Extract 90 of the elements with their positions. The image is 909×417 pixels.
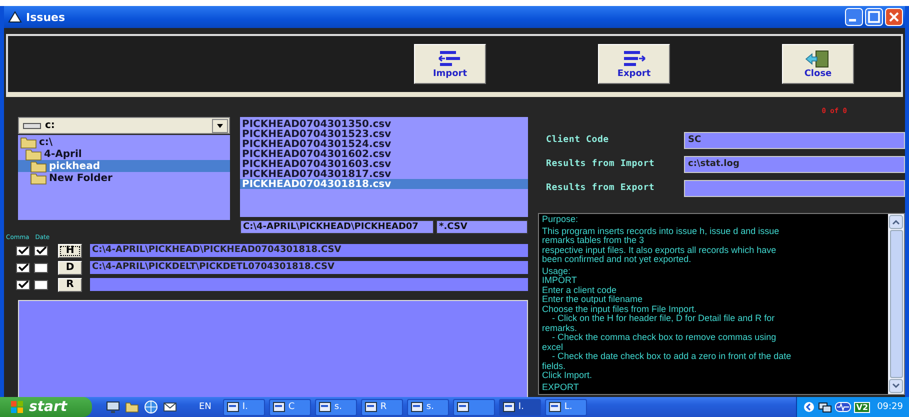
file-path-field[interactable]: C:\4-APRIL\PICKDELT\PICKDETL0704301818.CSV [90,261,528,274]
chevron-left-icon [803,401,816,413]
folder-item[interactable]: 4-April [18,148,230,160]
file-item[interactable]: PICKHEAD0704301350.csv [240,119,528,129]
help-text: remarks. [542,324,578,333]
taskbar-button[interactable]: s. [315,398,358,416]
help-text: EXPORT [542,382,580,392]
windows-logo-icon [10,400,24,414]
file-item[interactable]: PICKHEAD0704301603.csv [240,159,528,169]
folder-item[interactable]: New Folder [18,172,230,184]
help-text: remarks tables from the 3 [542,236,646,246]
monitor-icon[interactable] [106,400,120,414]
taskbar-button[interactable]: L. [545,398,588,416]
help-text: - Check the date check box to add a zero in front of the date [551,352,792,362]
help-text: Purpose: [542,215,580,224]
file-type-button[interactable]: D [58,260,82,274]
globe-icon[interactable] [144,400,158,414]
help-text: been confirmed and not yet exported. [542,255,692,264]
help-text: Click Import. [542,371,594,380]
field-label: Results from Export [546,183,656,193]
checkbox[interactable] [16,280,30,290]
help-text: Enter a client code [542,286,618,295]
window-icon [365,401,378,413]
checkbox[interactable] [34,280,48,290]
file-item[interactable]: PICKHEAD0704301818.csv [240,179,528,189]
window-icon [319,401,332,413]
help-text: respective input files. It also exports all records which have [542,246,778,255]
drive-icon [23,122,41,130]
pattern-field[interactable]: *.CSV [436,220,528,234]
scrollbar[interactable] [888,214,904,394]
window-icon [457,401,470,413]
folder-item[interactable]: c:\ [18,136,230,148]
minimize-icon [845,8,863,26]
tray-badge[interactable]: V2 [854,402,870,412]
taskbar-button[interactable]: I. [223,398,266,416]
file-path-field[interactable] [90,278,528,291]
folder-icon [30,159,48,173]
help-text: - Check the comma check box to remove commas using [551,333,778,342]
help-text: fields. [542,362,567,371]
file-path-field[interactable]: C:\4-APRIL\PICKHEAD\PICKHEAD0704301818.CSV [90,244,528,257]
window-icon [227,401,240,413]
taskbar-button[interactable]: s. [407,398,450,416]
help-text: Enter the output filename [542,295,644,304]
maximize-icon [865,8,883,26]
close-icon [885,8,903,26]
file-type-button[interactable]: R [58,278,82,292]
taskbar-button[interactable]: C [269,398,312,416]
file-item[interactable]: PICKHEAD0704301817.csv [240,169,528,179]
scroll-up-icon [889,215,903,229]
file-item[interactable]: PICKHEAD0704301602.csv [240,149,528,159]
window-title: Issues [26,10,66,24]
help-text: excel [542,342,564,352]
clock: 09:29 [877,402,903,412]
export-button[interactable]: Export [598,44,670,84]
window-icon [273,401,286,413]
window-icon [411,401,424,413]
text-field[interactable] [684,180,905,196]
text-field[interactable]: SC [684,132,905,148]
text-field[interactable]: c:\stat.log [684,156,905,172]
help-text: This program inserts records into issue h, issue d and issue [542,226,780,236]
start-button[interactable]: start [0,397,92,417]
window-icon [549,401,562,413]
checkbox[interactable] [16,262,30,272]
language-indicator[interactable]: EN [191,402,220,412]
triangle-icon [8,11,22,23]
help-text: - Click on the H for header file, D for Detail file and R for [551,314,776,324]
help-text: Usage: [542,266,571,276]
taskbar-button[interactable]: I. [499,398,542,416]
folder-item[interactable]: pickhead [18,160,230,172]
checkbox[interactable] [16,246,30,256]
scroll-down-icon [889,379,903,393]
network-icon [818,401,832,413]
help-text: Choose the input files from File Import. [542,304,698,314]
path-field[interactable]: C:\4-APRIL\PICKHEAD\PICKHEAD07 [240,220,434,234]
checkbox[interactable] [34,262,48,272]
file-item[interactable]: PICKHEAD0704301524.csv [240,139,528,149]
drive-dropdown[interactable]: c: [18,117,230,134]
scroll-thumb[interactable] [890,230,902,378]
pulse-icon [835,401,852,413]
field-label: Results from Import [546,159,656,169]
field-label: Client Code [546,135,610,145]
checkbox[interactable] [34,246,48,256]
import-button[interactable]: Import [414,44,486,84]
file-item[interactable]: PICKHEAD0704301523.csv [240,129,528,139]
taskbar-button[interactable]: R [361,398,404,416]
taskbar-button[interactable] [453,398,496,416]
window-icon [503,401,516,413]
help-text: IMPORT [542,276,578,286]
envelope-icon[interactable] [163,400,177,414]
close-button[interactable]: Close [782,44,854,84]
